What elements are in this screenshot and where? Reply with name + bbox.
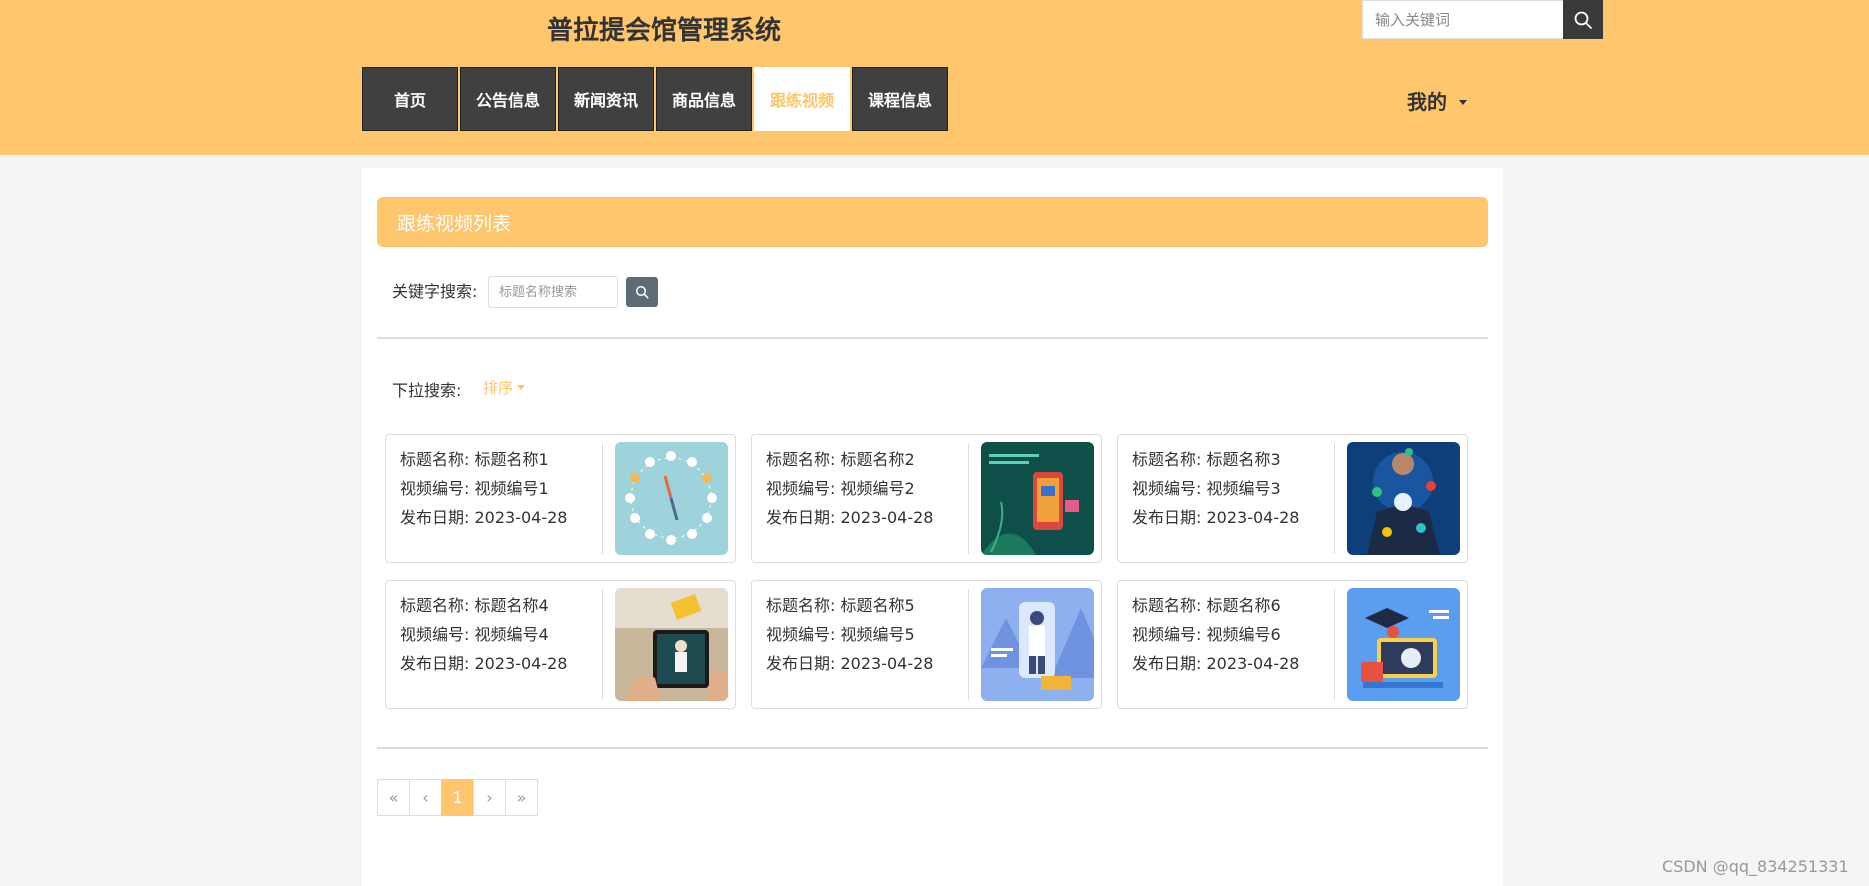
caret-down-icon	[1459, 100, 1467, 105]
divider	[377, 747, 1488, 749]
card-title: 标题名称: 标题名称2	[766, 450, 915, 469]
card-divider	[1334, 589, 1335, 700]
card-divider	[968, 443, 969, 554]
site-header: 普拉提会馆管理系统 首页 公告信息 新闻资讯 商品信息 跟练视频 课程信息 我的	[0, 0, 1869, 155]
page-current-button[interactable]: 1	[441, 779, 474, 816]
keyword-search-input[interactable]	[488, 276, 618, 308]
pagination: « ‹ 1 › »	[377, 779, 538, 816]
video-card[interactable]: 标题名称: 标题名称1 视频编号: 视频编号1 发布日期: 2023-04-28	[385, 434, 736, 563]
card-date: 发布日期: 2023-04-28	[400, 508, 568, 527]
video-thumbnail[interactable]	[1347, 588, 1460, 701]
card-title: 标题名称: 标题名称1	[400, 450, 549, 469]
card-code: 视频编号: 视频编号5	[766, 625, 915, 644]
card-code: 视频编号: 视频编号6	[1132, 625, 1281, 644]
card-info: 标题名称: 标题名称3 视频编号: 视频编号3 发布日期: 2023-04-28	[1132, 445, 1299, 532]
nav-courses[interactable]: 课程信息	[852, 67, 948, 131]
card-info: 标题名称: 标题名称5 视频编号: 视频编号5 发布日期: 2023-04-28	[766, 591, 933, 678]
card-date: 发布日期: 2023-04-28	[766, 508, 934, 527]
card-date: 发布日期: 2023-04-28	[1132, 654, 1300, 673]
video-card[interactable]: 标题名称: 标题名称4 视频编号: 视频编号4 发布日期: 2023-04-28	[385, 580, 736, 709]
card-divider	[602, 443, 603, 554]
main-content: 跟练视频列表 关键字搜索: 下拉搜索: 排序 标题名称: 标题名称1 视频编号:…	[362, 168, 1503, 886]
site-title: 普拉提会馆管理系统	[547, 16, 782, 46]
top-search-button[interactable]	[1563, 0, 1603, 39]
video-thumbnail[interactable]	[1347, 442, 1460, 555]
page-prev-button[interactable]: ‹	[409, 779, 442, 816]
card-code: 视频编号: 视频编号4	[400, 625, 549, 644]
video-thumbnail[interactable]	[615, 588, 728, 701]
card-info: 标题名称: 标题名称1 视频编号: 视频编号1 发布日期: 2023-04-28	[400, 445, 567, 532]
nav-news[interactable]: 新闻资讯	[558, 67, 654, 131]
watermark: CSDN @qq_834251331	[1662, 857, 1849, 876]
card-date: 发布日期: 2023-04-28	[400, 654, 568, 673]
top-search	[1362, 0, 1603, 39]
sort-dropdown-label: 排序	[483, 379, 514, 397]
video-thumbnail[interactable]	[981, 442, 1094, 555]
card-title: 标题名称: 标题名称5	[766, 596, 915, 615]
sort-dropdown[interactable]: 排序	[483, 377, 526, 398]
card-divider	[602, 589, 603, 700]
card-code: 视频编号: 视频编号1	[400, 479, 549, 498]
user-menu-label: 我的	[1407, 90, 1447, 114]
card-divider	[968, 589, 969, 700]
main-nav: 首页 公告信息 新闻资讯 商品信息 跟练视频 课程信息	[362, 67, 950, 131]
card-code: 视频编号: 视频编号2	[766, 479, 915, 498]
caret-down-icon	[517, 385, 526, 390]
card-title: 标题名称: 标题名称3	[1132, 450, 1281, 469]
page-next-button[interactable]: ›	[473, 779, 506, 816]
search-icon	[1574, 11, 1592, 29]
card-date: 发布日期: 2023-04-28	[1132, 508, 1300, 527]
user-menu[interactable]: 我的	[1407, 86, 1467, 115]
card-date: 发布日期: 2023-04-28	[766, 654, 934, 673]
video-card[interactable]: 标题名称: 标题名称5 视频编号: 视频编号5 发布日期: 2023-04-28	[751, 580, 1102, 709]
nav-videos[interactable]: 跟练视频	[754, 67, 850, 131]
nav-home[interactable]: 首页	[362, 67, 458, 131]
keyword-search-button[interactable]	[626, 277, 658, 307]
card-title: 标题名称: 标题名称4	[400, 596, 549, 615]
keyword-search-label: 关键字搜索:	[392, 282, 478, 301]
list-title-bar: 跟练视频列表	[377, 197, 1488, 247]
video-card[interactable]: 标题名称: 标题名称2 视频编号: 视频编号2 发布日期: 2023-04-28	[751, 434, 1102, 563]
card-info: 标题名称: 标题名称4 视频编号: 视频编号4 发布日期: 2023-04-28	[400, 591, 567, 678]
page-first-button[interactable]: «	[377, 779, 410, 816]
video-thumbnail[interactable]	[615, 442, 728, 555]
search-icon	[635, 285, 649, 299]
list-title: 跟练视频列表	[397, 212, 512, 235]
nav-notice[interactable]: 公告信息	[460, 67, 556, 131]
card-code: 视频编号: 视频编号3	[1132, 479, 1281, 498]
card-info: 标题名称: 标题名称6 视频编号: 视频编号6 发布日期: 2023-04-28	[1132, 591, 1299, 678]
card-title: 标题名称: 标题名称6	[1132, 596, 1281, 615]
page-last-button[interactable]: »	[505, 779, 538, 816]
nav-goods[interactable]: 商品信息	[656, 67, 752, 131]
video-card[interactable]: 标题名称: 标题名称3 视频编号: 视频编号3 发布日期: 2023-04-28	[1117, 434, 1468, 563]
divider	[377, 337, 1488, 339]
dropdown-search-label: 下拉搜索:	[392, 381, 462, 400]
top-search-input[interactable]	[1362, 0, 1563, 39]
card-info: 标题名称: 标题名称2 视频编号: 视频编号2 发布日期: 2023-04-28	[766, 445, 933, 532]
card-divider	[1334, 443, 1335, 554]
video-thumbnail[interactable]	[981, 588, 1094, 701]
video-card[interactable]: 标题名称: 标题名称6 视频编号: 视频编号6 发布日期: 2023-04-28	[1117, 580, 1468, 709]
